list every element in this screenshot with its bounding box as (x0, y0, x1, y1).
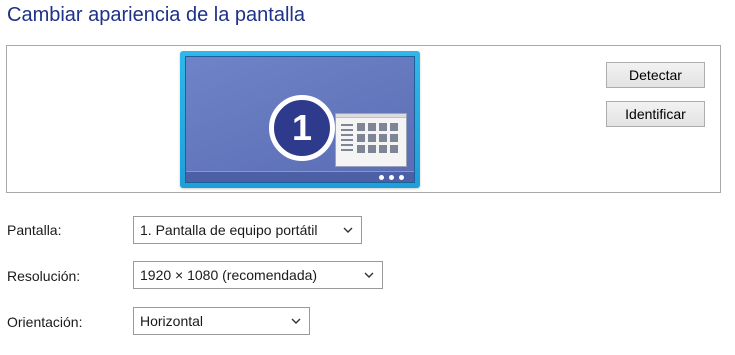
monitor-icon[interactable]: 1 (180, 51, 420, 188)
display-select[interactable]: 1. Pantalla de equipo portátil (133, 216, 362, 244)
chevron-down-icon (291, 318, 301, 324)
orientation-select[interactable]: Horizontal (133, 307, 310, 335)
taskbar-dot (379, 175, 384, 180)
display-preview-area: 1 Detectar Identificar (6, 45, 721, 193)
taskbar (186, 171, 414, 182)
resolution-label: Resolución: (7, 268, 81, 284)
display-select-value: 1. Pantalla de equipo portátil (140, 222, 318, 238)
identify-button[interactable]: Identificar (606, 101, 705, 127)
orientation-label: Orientación: (7, 314, 83, 330)
chevron-down-icon (364, 272, 374, 278)
chevron-down-icon (343, 227, 353, 233)
taskbar-dot (399, 175, 404, 180)
monitor-number-badge: 1 (269, 95, 335, 161)
resolution-select-value: 1920 × 1080 (recomendada) (140, 267, 318, 283)
detect-button[interactable]: Detectar (606, 62, 705, 88)
window-icon (335, 113, 407, 167)
page-title: Cambiar apariencia de la pantalla (7, 4, 305, 26)
taskbar-dot (389, 175, 394, 180)
orientation-select-value: Horizontal (140, 313, 204, 329)
resolution-select[interactable]: 1920 × 1080 (recomendada) (133, 261, 383, 289)
display-label: Pantalla: (7, 222, 62, 238)
monitor-screen: 1 (185, 56, 415, 183)
